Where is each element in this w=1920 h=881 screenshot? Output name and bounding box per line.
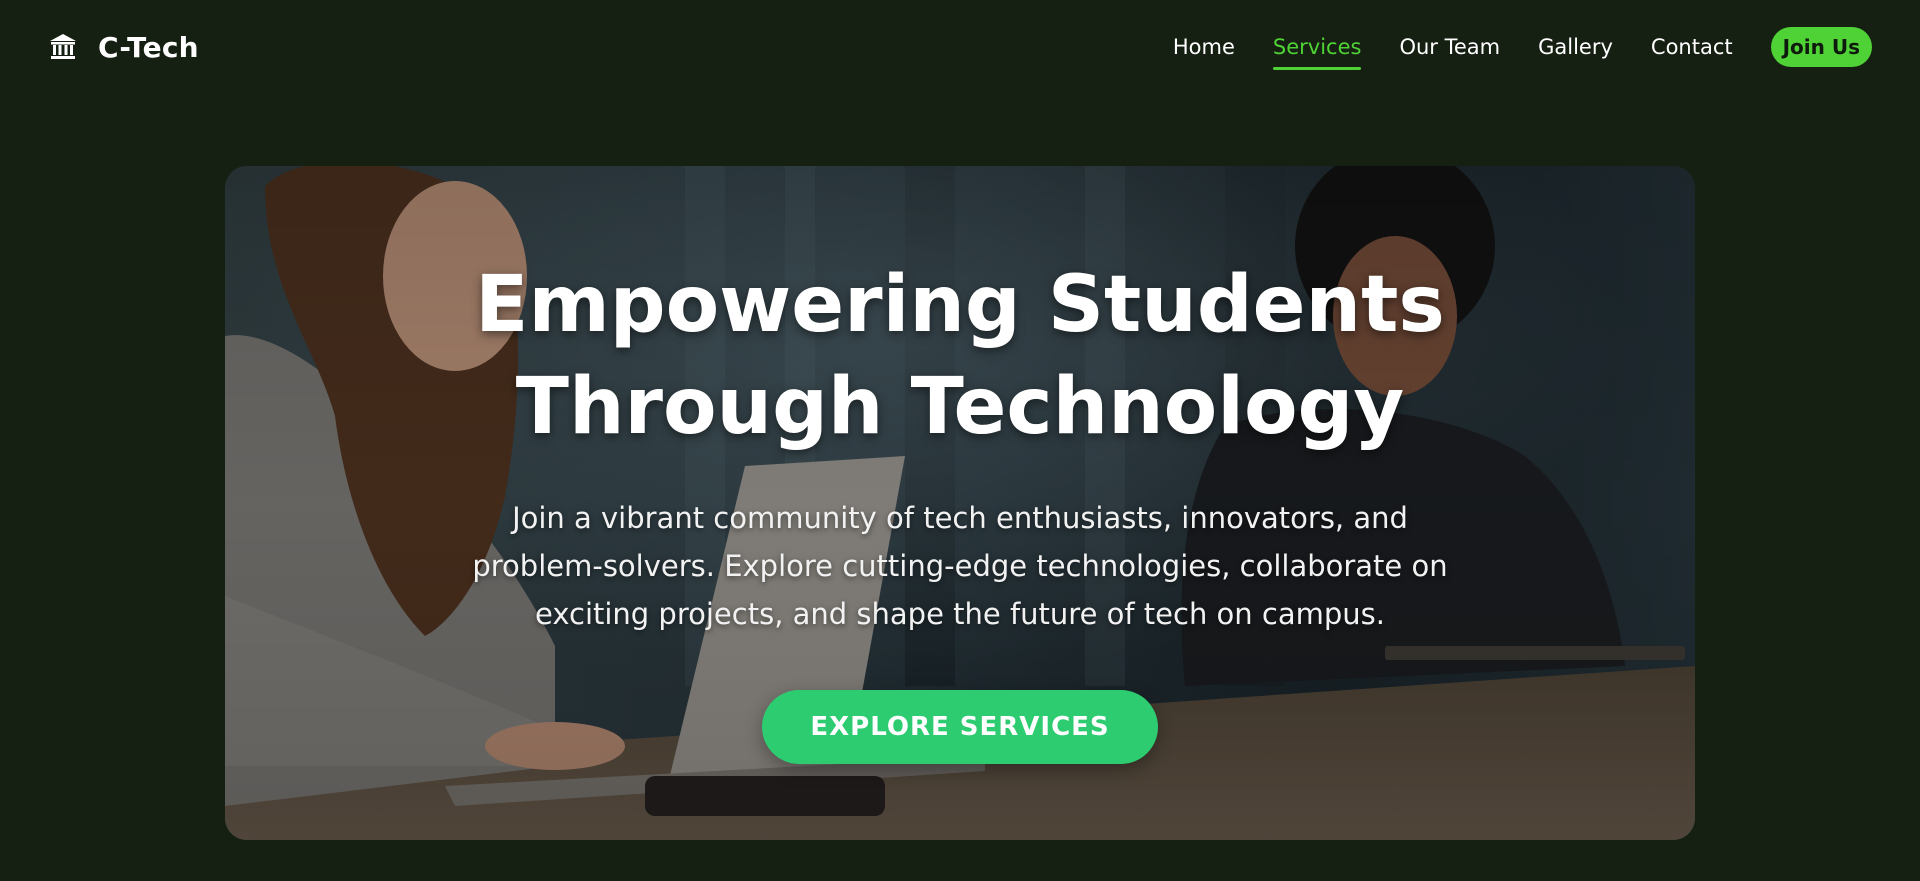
hero-subtitle: Join a vibrant community of tech enthusi… [472,501,1448,631]
nav-link-our-team[interactable]: Our Team [1399,29,1500,65]
nav-link-gallery[interactable]: Gallery [1538,29,1613,65]
nav-link-home[interactable]: Home [1173,29,1235,65]
nav-links: Home Services Our Team Gallery Contact J… [1173,27,1872,70]
hero-title-line-1: Empowering Students [475,260,1445,350]
brand[interactable]: C-Tech [48,31,199,64]
top-navbar: C-Tech Home Services Our Team Gallery Co… [0,0,1920,94]
explore-services-button[interactable]: EXPLORE SERVICES [762,690,1158,764]
join-us-button[interactable]: Join Us [1770,27,1872,67]
brand-name: C-Tech [98,30,199,64]
hero-title-line-2: Through Technology [515,362,1405,452]
nav-link-services[interactable]: Services [1272,29,1361,70]
nav-link-contact[interactable]: Contact [1651,29,1733,65]
institution-icon [48,32,78,62]
hero-title: Empowering Students Through Technology [435,254,1485,458]
hero-content: Empowering Students Through Technology J… [225,166,1695,840]
hero-banner: Empowering Students Through Technology J… [225,166,1695,840]
